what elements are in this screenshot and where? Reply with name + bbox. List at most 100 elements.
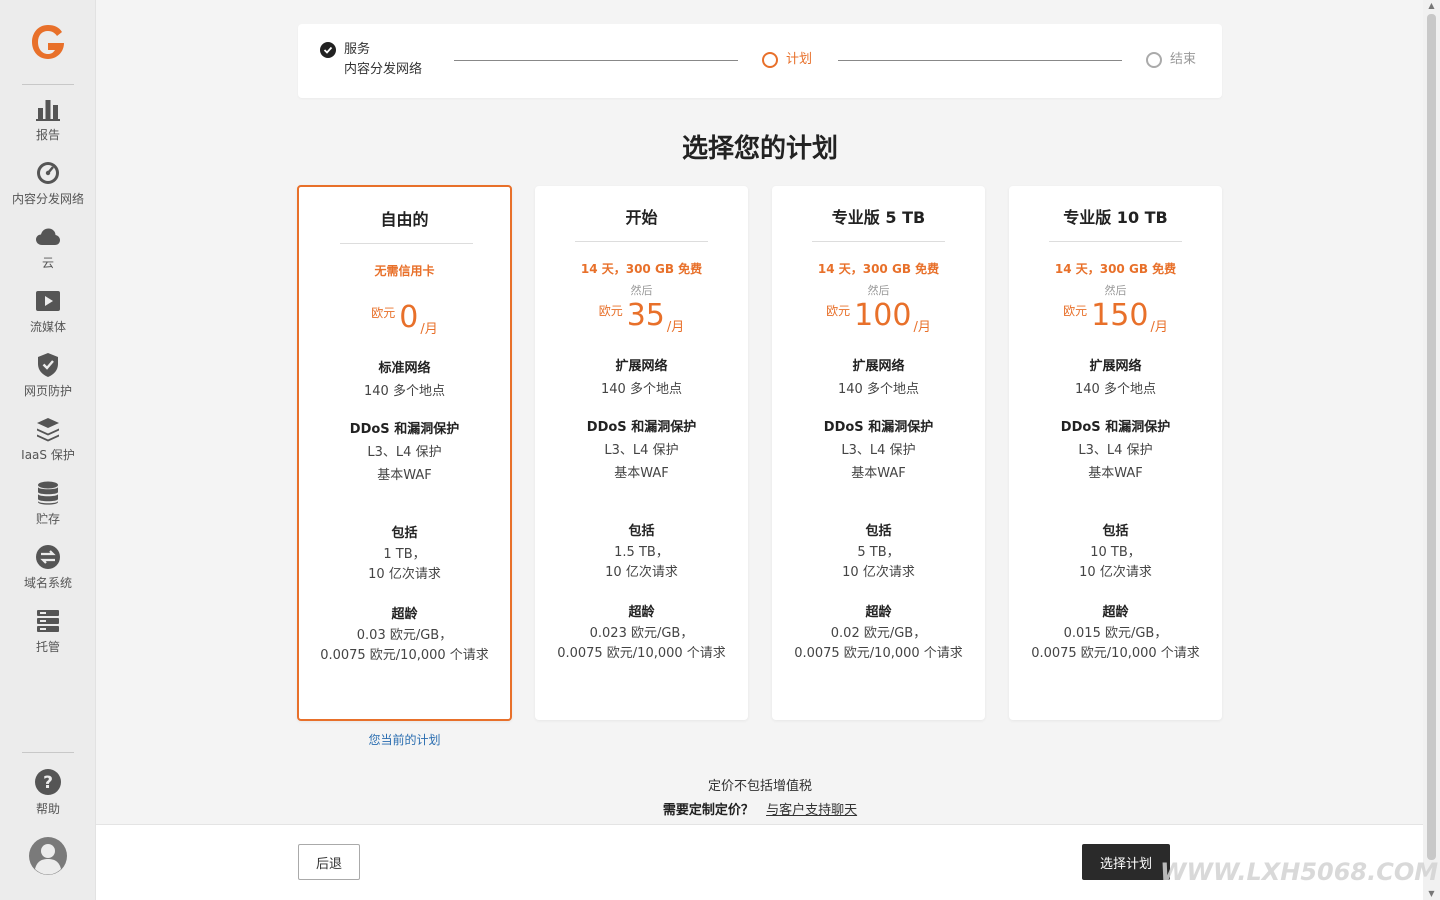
plan-ddos: DDoS 和漏洞保护 L3、L4 保护 基本WAF	[772, 416, 985, 485]
ddos-line: 基本WAF	[377, 468, 432, 483]
scroll-down-arrow[interactable]: ▼	[1423, 888, 1440, 900]
price-amount: 100	[854, 298, 912, 333]
plan-network: 扩展网络 140 多个地点	[772, 355, 985, 401]
plan-promo: 14 天，300 GB 免费	[1054, 262, 1177, 276]
sidebar-item-help[interactable]: ? 帮助	[0, 768, 96, 817]
included-line: 1 TB，	[383, 547, 426, 562]
step-connector	[838, 60, 1122, 61]
plan-card-pro-10tb[interactable]: 专业版 10 TB 14 天，300 GB 免费 然后 欧元 150 /月 扩展…	[1009, 186, 1222, 720]
ddos-line: L3、L4 保护	[1078, 443, 1153, 458]
custom-pricing: 需要定制定价？ 与客户支持聊天	[298, 799, 1222, 818]
sidebar-item-dns[interactable]: 域名系统	[0, 542, 96, 606]
plan-included: 包括 5 TB， 10 亿次请求	[772, 520, 985, 583]
step-service[interactable]: 服务 内容分发网络	[320, 40, 422, 80]
plan-title: 开始	[625, 208, 658, 227]
help-icon: ?	[35, 769, 61, 795]
sidebar-item-iaas-protection[interactable]: IaaS 保护	[0, 414, 96, 478]
overage-title: 超龄	[628, 605, 655, 620]
plan-title: 自由的	[380, 210, 429, 229]
gcore-logo[interactable]	[30, 22, 66, 62]
sidebar-item-label: 云	[41, 256, 54, 270]
sidebar-item-storage[interactable]: 贮存	[0, 478, 96, 542]
scrollbar[interactable]: ▲ ▼	[1423, 0, 1440, 900]
sidebar-item-streaming[interactable]: 流媒体	[0, 286, 96, 350]
included-line: 10 亿次请求	[605, 565, 678, 580]
circle-icon	[762, 52, 778, 68]
database-icon	[38, 481, 58, 505]
ddos-title: DDoS 和漏洞保护	[586, 420, 697, 435]
price-currency: 欧元	[1063, 304, 1088, 318]
network-desc: 140 多个地点	[601, 382, 682, 397]
plan-title: 专业版 5 TB	[831, 208, 926, 227]
ddos-line: 基本WAF	[1088, 466, 1143, 481]
plan-ddos: DDoS 和漏洞保护 L3、L4 保护 基本WAF	[1009, 416, 1222, 485]
included-line: 1.5 TB，	[614, 545, 669, 560]
sidebar-item-label: 报告	[35, 128, 60, 142]
price-unit: /月	[1150, 320, 1168, 335]
plan-card-free[interactable]: 自由的 无需信用卡 欧元 0 /月 标准网络 140 多个地点 DDoS 和漏洞…	[297, 185, 512, 721]
network-title: 标准网络	[378, 361, 431, 376]
ddos-line: 基本WAF	[614, 466, 669, 481]
avatar[interactable]	[28, 836, 68, 876]
sidebar-item-cloud[interactable]: 云	[0, 222, 96, 286]
overage-title: 超龄	[1102, 605, 1129, 620]
sidebar-item-label: 内容分发网络	[11, 192, 84, 206]
overage-line: 0.0075 欧元/10,000 个请求	[1031, 646, 1200, 661]
plan-price: 欧元 150 /月	[1009, 296, 1222, 336]
sidebar-divider	[22, 84, 74, 85]
plan-price: 欧元 100 /月	[772, 296, 985, 336]
overage-title: 超龄	[865, 605, 892, 620]
sidebar-item-web-protection[interactable]: 网页防护	[0, 350, 96, 414]
card-divider	[812, 241, 945, 242]
ddos-title: DDoS 和漏洞保护	[823, 420, 934, 435]
swap-icon	[36, 545, 60, 569]
server-icon	[37, 610, 59, 632]
included-title: 包括	[391, 526, 418, 541]
bar-chart-icon	[36, 100, 60, 121]
plan-ddos: DDoS 和漏洞保护 L3、L4 保护 基本WAF	[299, 418, 510, 487]
ddos-line: L3、L4 保护	[367, 445, 442, 460]
included-line: 10 TB，	[1090, 545, 1141, 560]
card-divider	[340, 243, 473, 244]
plan-price: 欧元 35 /月	[535, 296, 748, 336]
sidebar-item-hosting[interactable]: 托管	[0, 606, 96, 670]
price-currency: 欧元	[598, 304, 623, 318]
overage-line: 0.0075 欧元/10,000 个请求	[320, 648, 489, 663]
sidebar-divider	[22, 752, 74, 753]
plan-card-pro-5tb[interactable]: 专业版 5 TB 14 天，300 GB 免费 然后 欧元 100 /月 扩展网…	[772, 186, 985, 720]
step-connector	[454, 60, 738, 61]
sidebar-item-cdn[interactable]: 内容分发网络	[0, 158, 96, 222]
sidebar-nav: 报告 内容分发网络 云 流媒体 网页防护 IaaS 保护 贮存 域名系统 托管	[0, 94, 96, 670]
support-chat-link[interactable]: 与客户支持聊天	[766, 803, 857, 818]
scroll-up-arrow[interactable]: ▲	[1423, 0, 1440, 12]
ddos-line: L3、L4 保护	[604, 443, 679, 458]
card-divider	[575, 241, 708, 242]
sidebar: 报告 内容分发网络 云 流媒体 网页防护 IaaS 保护 贮存 域名系统 托管 …	[0, 0, 96, 900]
overage-line: 0.023 欧元/GB，	[589, 626, 694, 641]
price-currency: 欧元	[371, 306, 396, 320]
step-plan-label: 计划	[786, 52, 813, 67]
check-icon	[320, 42, 336, 58]
sidebar-item-label: IaaS 保护	[21, 448, 75, 462]
sidebar-item-label: 帮助	[35, 802, 60, 816]
select-plan-button[interactable]: 选择计划	[1082, 844, 1170, 880]
plan-card-start[interactable]: 开始 14 天，300 GB 免费 然后 欧元 35 /月 扩展网络 140 多…	[535, 186, 748, 720]
plan-network: 扩展网络 140 多个地点	[535, 355, 748, 401]
price-currency: 欧元	[826, 304, 851, 318]
scroll-thumb[interactable]	[1427, 14, 1436, 860]
play-icon	[36, 291, 60, 311]
wizard-stepper: 服务 内容分发网络 计划 结束	[298, 24, 1222, 98]
back-button[interactable]: 后退	[298, 844, 360, 880]
price-unit: /月	[420, 322, 438, 337]
speedometer-icon	[37, 162, 59, 184]
plan-title: 专业版 10 TB	[1063, 208, 1168, 227]
included-line: 5 TB，	[857, 545, 900, 560]
step-finish-label: 结束	[1170, 52, 1197, 67]
ddos-title: DDoS 和漏洞保护	[1060, 420, 1171, 435]
price-amount: 35	[626, 298, 665, 333]
plan-price: 欧元 0 /月	[299, 298, 510, 338]
page-title: 选择您的计划	[681, 134, 838, 164]
price-amount: 150	[1091, 298, 1149, 333]
sidebar-item-reports[interactable]: 报告	[0, 94, 96, 158]
sidebar-item-label: 网页防护	[23, 384, 72, 398]
